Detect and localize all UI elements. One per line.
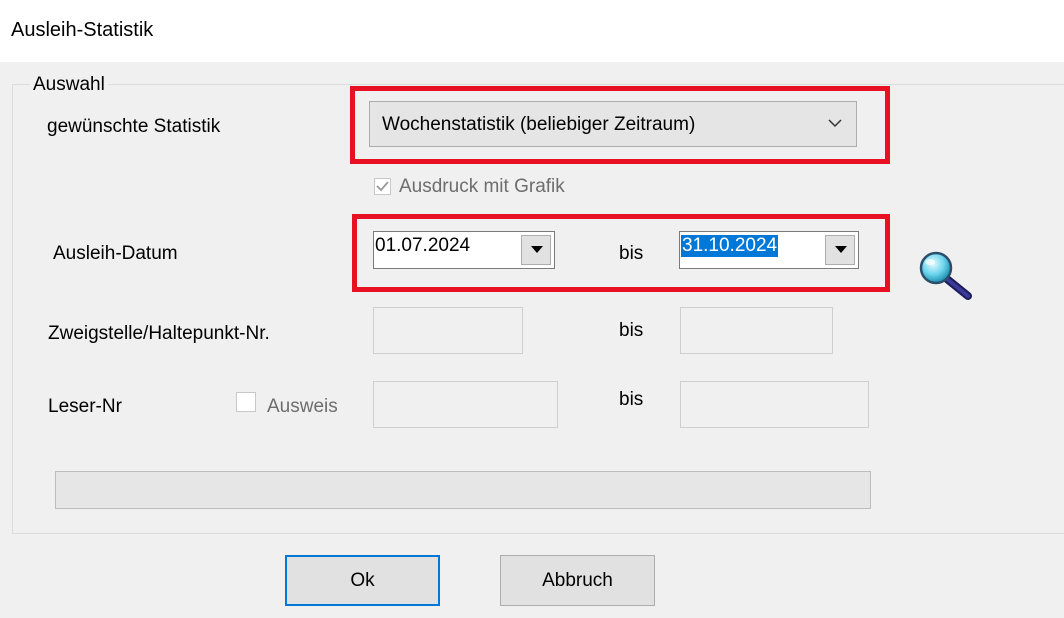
progress-bar [55,471,871,509]
branch-from-input[interactable] [373,307,523,354]
highlight-frame-date [352,214,890,292]
reader-from-input[interactable] [373,381,558,428]
groupbox-legend: Auswahl [30,74,108,96]
statistic-label: gewünschte Statistik [47,116,221,137]
id-card-label: Ausweis [267,396,338,417]
reader-to-input[interactable] [680,381,869,428]
highlight-frame-statistic [350,86,890,164]
branch-label: Zweigstelle/Haltepunkt-Nr. [48,323,270,344]
window-title: Ausleih-Statistik [11,19,154,41]
ok-button[interactable]: Ok [285,555,440,606]
graphic-print-label: Ausdruck mit Grafik [399,176,565,197]
checkmark-icon [376,181,389,192]
reader-number-label: Leser-Nr [48,396,122,417]
title-bar: Ausleih-Statistik [0,0,1064,62]
magnifier-icon[interactable] [916,250,976,302]
id-card-checkbox[interactable] [236,392,256,412]
loan-date-label: Ausleih-Datum [53,243,178,264]
branch-to-input[interactable] [680,307,833,354]
cancel-button[interactable]: Abbruch [500,555,655,606]
branch-to-label: bis [619,320,644,341]
reader-to-label: bis [619,389,644,410]
graphic-print-checkbox[interactable] [374,178,391,195]
